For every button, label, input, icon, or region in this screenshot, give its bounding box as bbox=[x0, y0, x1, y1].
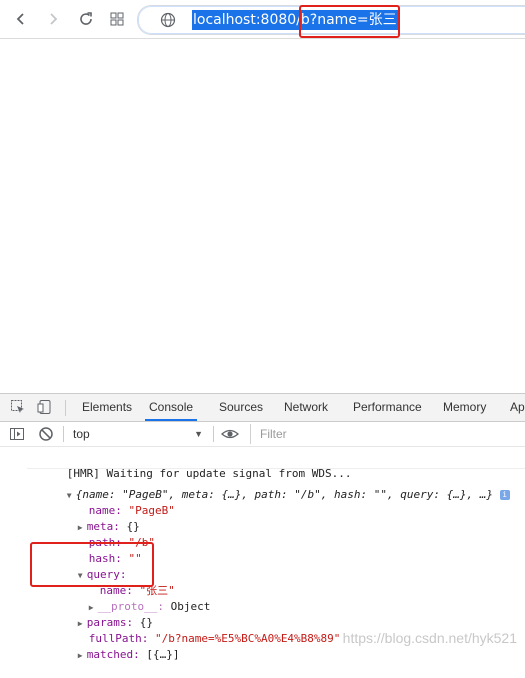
show-sidebar-icon[interactable] bbox=[9, 426, 25, 442]
globe-icon bbox=[160, 12, 176, 28]
context-select[interactable]: top ▼ bbox=[67, 424, 207, 444]
live-expression-eye-icon[interactable] bbox=[221, 426, 239, 442]
forward-arrow-icon[interactable] bbox=[40, 6, 66, 32]
reload-icon[interactable] bbox=[73, 6, 99, 32]
toolbar-divider bbox=[65, 400, 66, 416]
inspect-element-icon[interactable] bbox=[10, 399, 26, 415]
toolbar-divider bbox=[63, 426, 64, 442]
devtools-panel: Elements Console Sources Network Perform… bbox=[0, 393, 525, 661]
tab-sources[interactable]: Sources bbox=[219, 394, 263, 421]
console-output: [HMR] Waiting for update signal from WDS… bbox=[0, 447, 525, 661]
devtools-tab-bar: Elements Console Sources Network Perform… bbox=[0, 394, 525, 422]
tab-elements[interactable]: Elements bbox=[82, 394, 132, 421]
dropdown-arrow-icon: ▼ bbox=[194, 429, 203, 439]
back-arrow-icon[interactable] bbox=[8, 6, 34, 32]
console-message-hmr: [HMR] Waiting for update signal from WDS… bbox=[27, 451, 525, 480]
device-toolbar-icon[interactable] bbox=[37, 399, 53, 415]
query-annotation-box bbox=[30, 542, 154, 587]
clear-console-icon[interactable] bbox=[38, 426, 54, 442]
watermark: https://blog.csdn.net/hyk521 bbox=[342, 630, 517, 646]
url-query-annotation-box bbox=[299, 5, 400, 38]
tab-performance[interactable]: Performance bbox=[353, 394, 422, 421]
prop-value: [{…}] bbox=[146, 648, 180, 661]
toolbar-divider bbox=[213, 426, 214, 442]
context-select-value: top bbox=[73, 427, 90, 441]
browser-toolbar: localhost:8080/b?name=张三 bbox=[0, 0, 525, 39]
prop-key: matched: bbox=[86, 648, 140, 661]
console-filter-input[interactable]: Filter bbox=[250, 424, 525, 444]
tab-application[interactable]: Ap bbox=[510, 394, 525, 421]
apps-grid-icon[interactable] bbox=[104, 6, 130, 32]
collapsed-triangle-icon[interactable]: ▶ bbox=[78, 648, 87, 663]
tab-memory[interactable]: Memory bbox=[443, 394, 486, 421]
tab-console[interactable]: Console bbox=[145, 394, 198, 421]
tab-network[interactable]: Network bbox=[284, 394, 328, 421]
console-filter-bar: top ▼ Filter bbox=[0, 422, 525, 447]
